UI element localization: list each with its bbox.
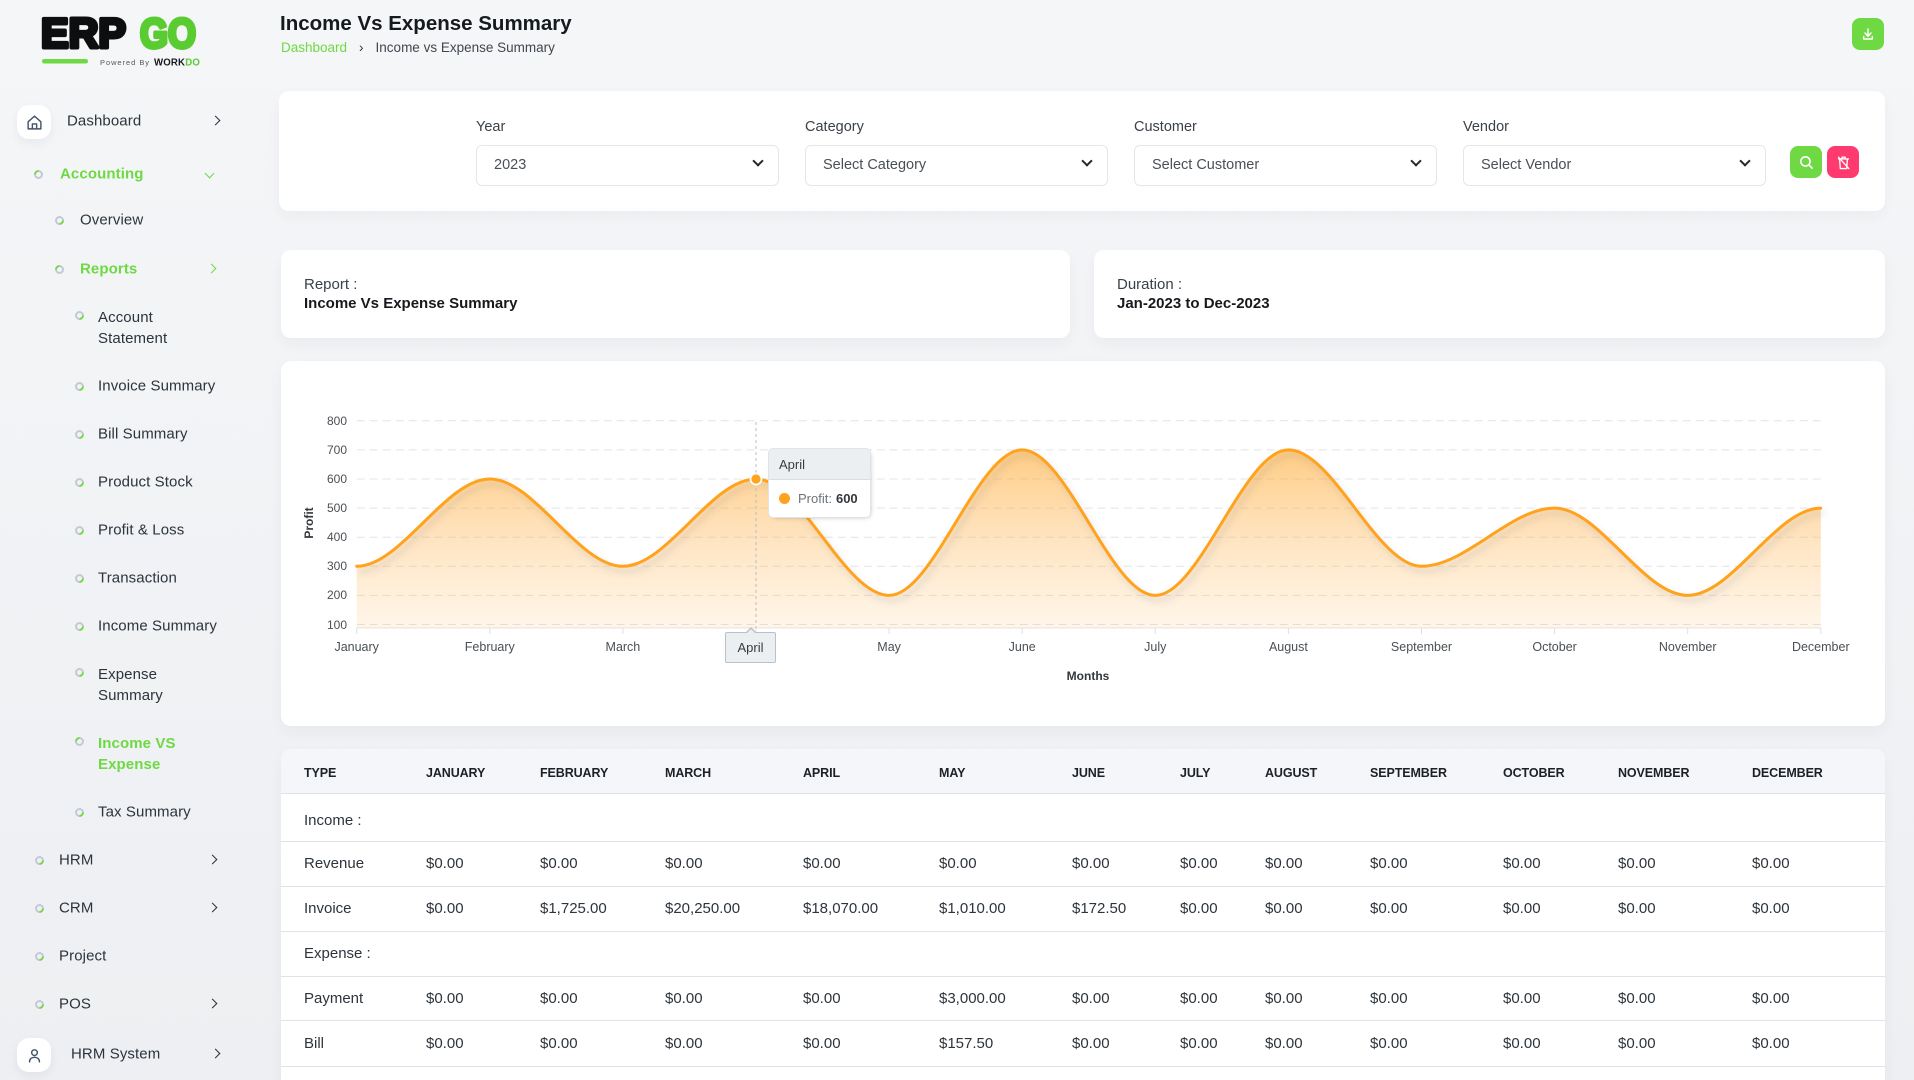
svg-text:December: December <box>1792 640 1850 654</box>
svg-text:August: August <box>1269 640 1308 654</box>
svg-text:600: 600 <box>327 472 347 486</box>
svg-text:300: 300 <box>327 559 347 573</box>
svg-text:Profit: Profit <box>302 507 316 538</box>
svg-text:July: July <box>1144 640 1167 654</box>
svg-text:May: May <box>877 640 901 654</box>
svg-text:200: 200 <box>327 588 347 602</box>
svg-text:Months: Months <box>1067 669 1110 683</box>
svg-text:Powered By: Powered By <box>100 58 150 67</box>
svg-text:June: June <box>1009 640 1036 654</box>
svg-text:GO: GO <box>140 10 196 57</box>
svg-text:100: 100 <box>327 618 347 632</box>
svg-text:700: 700 <box>327 443 347 457</box>
svg-text:March: March <box>606 640 641 654</box>
svg-text:October: October <box>1532 640 1576 654</box>
svg-text:November: November <box>1659 640 1717 654</box>
svg-text:400: 400 <box>327 530 347 544</box>
svg-text:September: September <box>1391 640 1452 654</box>
svg-text:ERP: ERP <box>41 10 126 57</box>
svg-text:February: February <box>465 640 516 654</box>
svg-text:500: 500 <box>327 501 347 515</box>
svg-text:WORKDO: WORKDO <box>154 57 200 69</box>
svg-text:800: 800 <box>327 414 347 428</box>
svg-text:January: January <box>334 640 379 654</box>
